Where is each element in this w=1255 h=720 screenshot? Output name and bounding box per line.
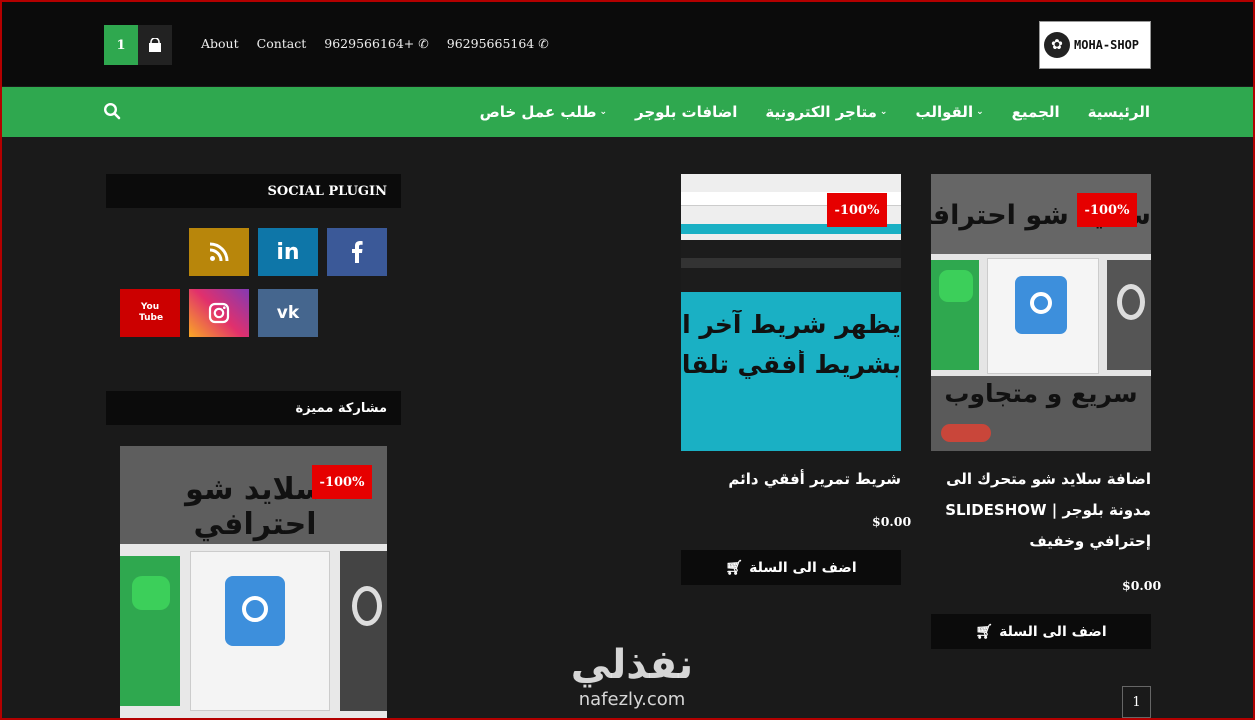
nav-label: الرئيسية [1087, 103, 1150, 121]
facebook-icon[interactable] [327, 228, 387, 276]
cart-widget[interactable]: 1 [104, 25, 172, 65]
social-plugin-title: SOCIAL PLUGIN [106, 174, 401, 208]
linkedin-icon[interactable]: in [258, 228, 318, 276]
product-title[interactable]: اضافة سلايد شو متحرك الى مدونة بلوجر | S… [931, 464, 1151, 557]
discount-badge: -100% [827, 193, 887, 227]
watermark-latin: nafezly.com [578, 689, 686, 710]
main-nav: الرئيسية الجميع القوالب ⌄ متاجر الكترونية… [2, 87, 1253, 137]
product-price: $0.00 [872, 514, 912, 529]
nav-item-templates[interactable]: القوالب ⌄ [915, 103, 983, 121]
nav-item-plugins[interactable]: اضافات بلوجر [635, 103, 737, 121]
about-link[interactable]: About [201, 36, 239, 51]
nav-label: القوالب [915, 103, 974, 121]
logo-icon: ✿ [1044, 32, 1070, 58]
product-image-headline: يظهر شريط آخر الأخبا [681, 310, 901, 339]
product-image[interactable]: سلايد شو احترافي سريع و متجاوب -100% [931, 174, 1151, 451]
youtube-label: You Tube [139, 302, 164, 323]
featured-post-title: مشاركة مميزة [106, 391, 401, 425]
discount-badge: -100% [1077, 193, 1137, 227]
nav-label: متاجر الكترونية [765, 103, 877, 121]
nav-label: طلب عمل خاص [479, 103, 597, 121]
whatsapp-number: 96295665164 [446, 36, 535, 51]
search-icon[interactable] [103, 102, 121, 120]
nav-item-stores[interactable]: متاجر الكترونية ⌄ [765, 103, 887, 121]
whatsapp-link[interactable]: 96295665164 ✆ [447, 36, 549, 51]
discount-badge: -100% [312, 465, 372, 499]
cart-icon: 🛒︎ [975, 623, 994, 640]
youtube-icon[interactable]: You Tube [120, 289, 180, 337]
watermark: نفذلي nafezly.com [547, 640, 717, 718]
phone-icon: ✆ [418, 36, 429, 51]
rss-icon[interactable] [189, 228, 249, 276]
cart-icon: 🛒︎ [725, 559, 744, 576]
contact-link[interactable]: Contact [257, 36, 307, 51]
product-image-subline: بشريط أفقي تلقائي لا نها [681, 350, 901, 379]
cart-count: 1 [104, 25, 138, 65]
logo-text: MOHA-SHOP [1074, 38, 1140, 52]
add-to-cart-button[interactable]: 🛒︎ اضف الى السلة [681, 550, 901, 585]
pagination-page-1[interactable]: 1 [1122, 686, 1151, 718]
widget-title-text: مشاركة مميزة [295, 400, 387, 416]
phone-number: 9629566164+ [324, 36, 415, 51]
product-image-subline: سريع و متجاوب [944, 379, 1138, 408]
featured-post-image[interactable]: سلايد شو احترافي -100% [120, 446, 387, 718]
whatsapp-icon: ✆ [538, 36, 549, 51]
widget-title-text: SOCIAL PLUGIN [267, 183, 387, 199]
nav-label: الجميع [1011, 103, 1060, 121]
product-title[interactable]: شريط تمرير أفقي دائم [681, 464, 901, 495]
nav-item-all[interactable]: الجميع [1012, 103, 1060, 121]
nav-label: اضافات بلوجر [635, 103, 738, 121]
button-label: اضف الى السلة [749, 559, 857, 576]
shopping-bag-icon[interactable] [138, 25, 172, 65]
button-label: اضف الى السلة [999, 623, 1107, 640]
vk-icon[interactable]: vk [258, 289, 318, 337]
instagram-icon[interactable] [189, 289, 249, 337]
nav-item-custom-order[interactable]: طلب عمل خاص ⌄ [480, 103, 607, 121]
watermark-arabic: نفذلي [570, 642, 694, 688]
product-price: $0.00 [1122, 578, 1162, 593]
product-image[interactable]: يظهر شريط آخر الأخبا بشريط أفقي تلقائي ل… [681, 174, 901, 451]
chevron-down-icon: ⌄ [879, 107, 888, 117]
nav-item-home[interactable]: الرئيسية [1088, 103, 1150, 121]
add-to-cart-button[interactable]: 🛒︎ اضف الى السلة [931, 614, 1151, 649]
chevron-down-icon: ⌄ [599, 107, 608, 117]
top-links: About Contact 9629566164+ ✆ 96295665164 … [201, 36, 567, 51]
chevron-down-icon: ⌄ [976, 107, 984, 117]
top-header: ✿ MOHA-SHOP 1 About Contact 9629566164+ … [2, 2, 1253, 86]
site-logo[interactable]: ✿ MOHA-SHOP [1039, 21, 1151, 69]
phone-link[interactable]: 9629566164+ ✆ [324, 36, 429, 51]
